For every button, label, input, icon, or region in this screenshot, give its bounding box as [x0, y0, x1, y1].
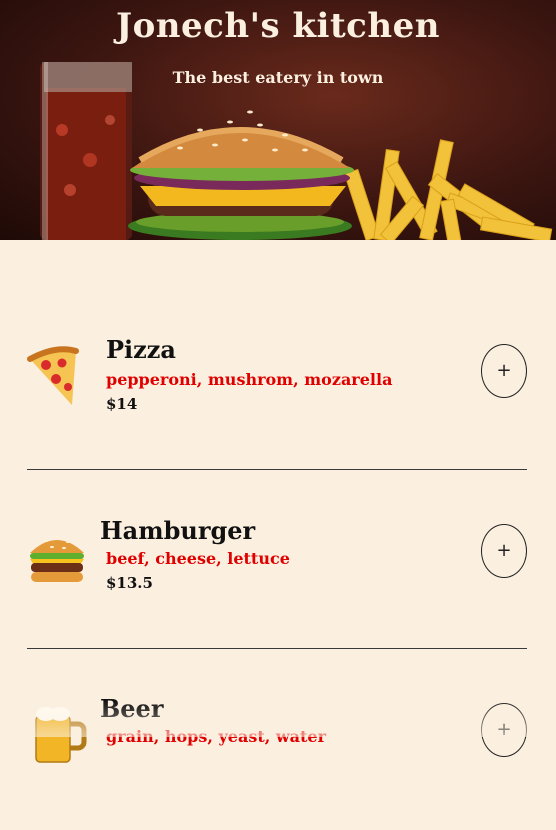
- hero-banner: Jonech's kitchen The best eatery in town: [0, 0, 556, 240]
- item-name: Beer: [100, 694, 164, 723]
- page-subtitle: The best eatery in town: [172, 68, 384, 87]
- add-to-order-button[interactable]: +: [481, 703, 527, 757]
- item-ingredients: beef, cheese, lettuce: [106, 549, 290, 568]
- add-to-order-button[interactable]: +: [481, 524, 527, 578]
- item-name: Pizza: [106, 335, 176, 364]
- menu-item-pizza: Pizza pepperoni, mushrom, mozarella $14 …: [0, 285, 556, 465]
- item-price: $14: [106, 395, 138, 413]
- menu-item-hamburger: Hamburger beef, cheese, lettuce $13.5 +: [0, 470, 556, 650]
- page-title: Jonech's kitchen: [116, 6, 440, 46]
- item-ingredients: pepperoni, mushrom, mozarella: [106, 370, 393, 389]
- item-divider: [27, 648, 527, 649]
- item-name: Hamburger: [100, 516, 256, 545]
- hamburger-icon: [30, 536, 84, 582]
- pizza-icon: [27, 346, 79, 405]
- add-to-order-button[interactable]: +: [481, 344, 527, 398]
- beer-mug-icon: [35, 707, 87, 763]
- menu-item-beer: Beer grain, hops, yeast, water +: [0, 650, 556, 830]
- item-price: $13.5: [106, 574, 153, 592]
